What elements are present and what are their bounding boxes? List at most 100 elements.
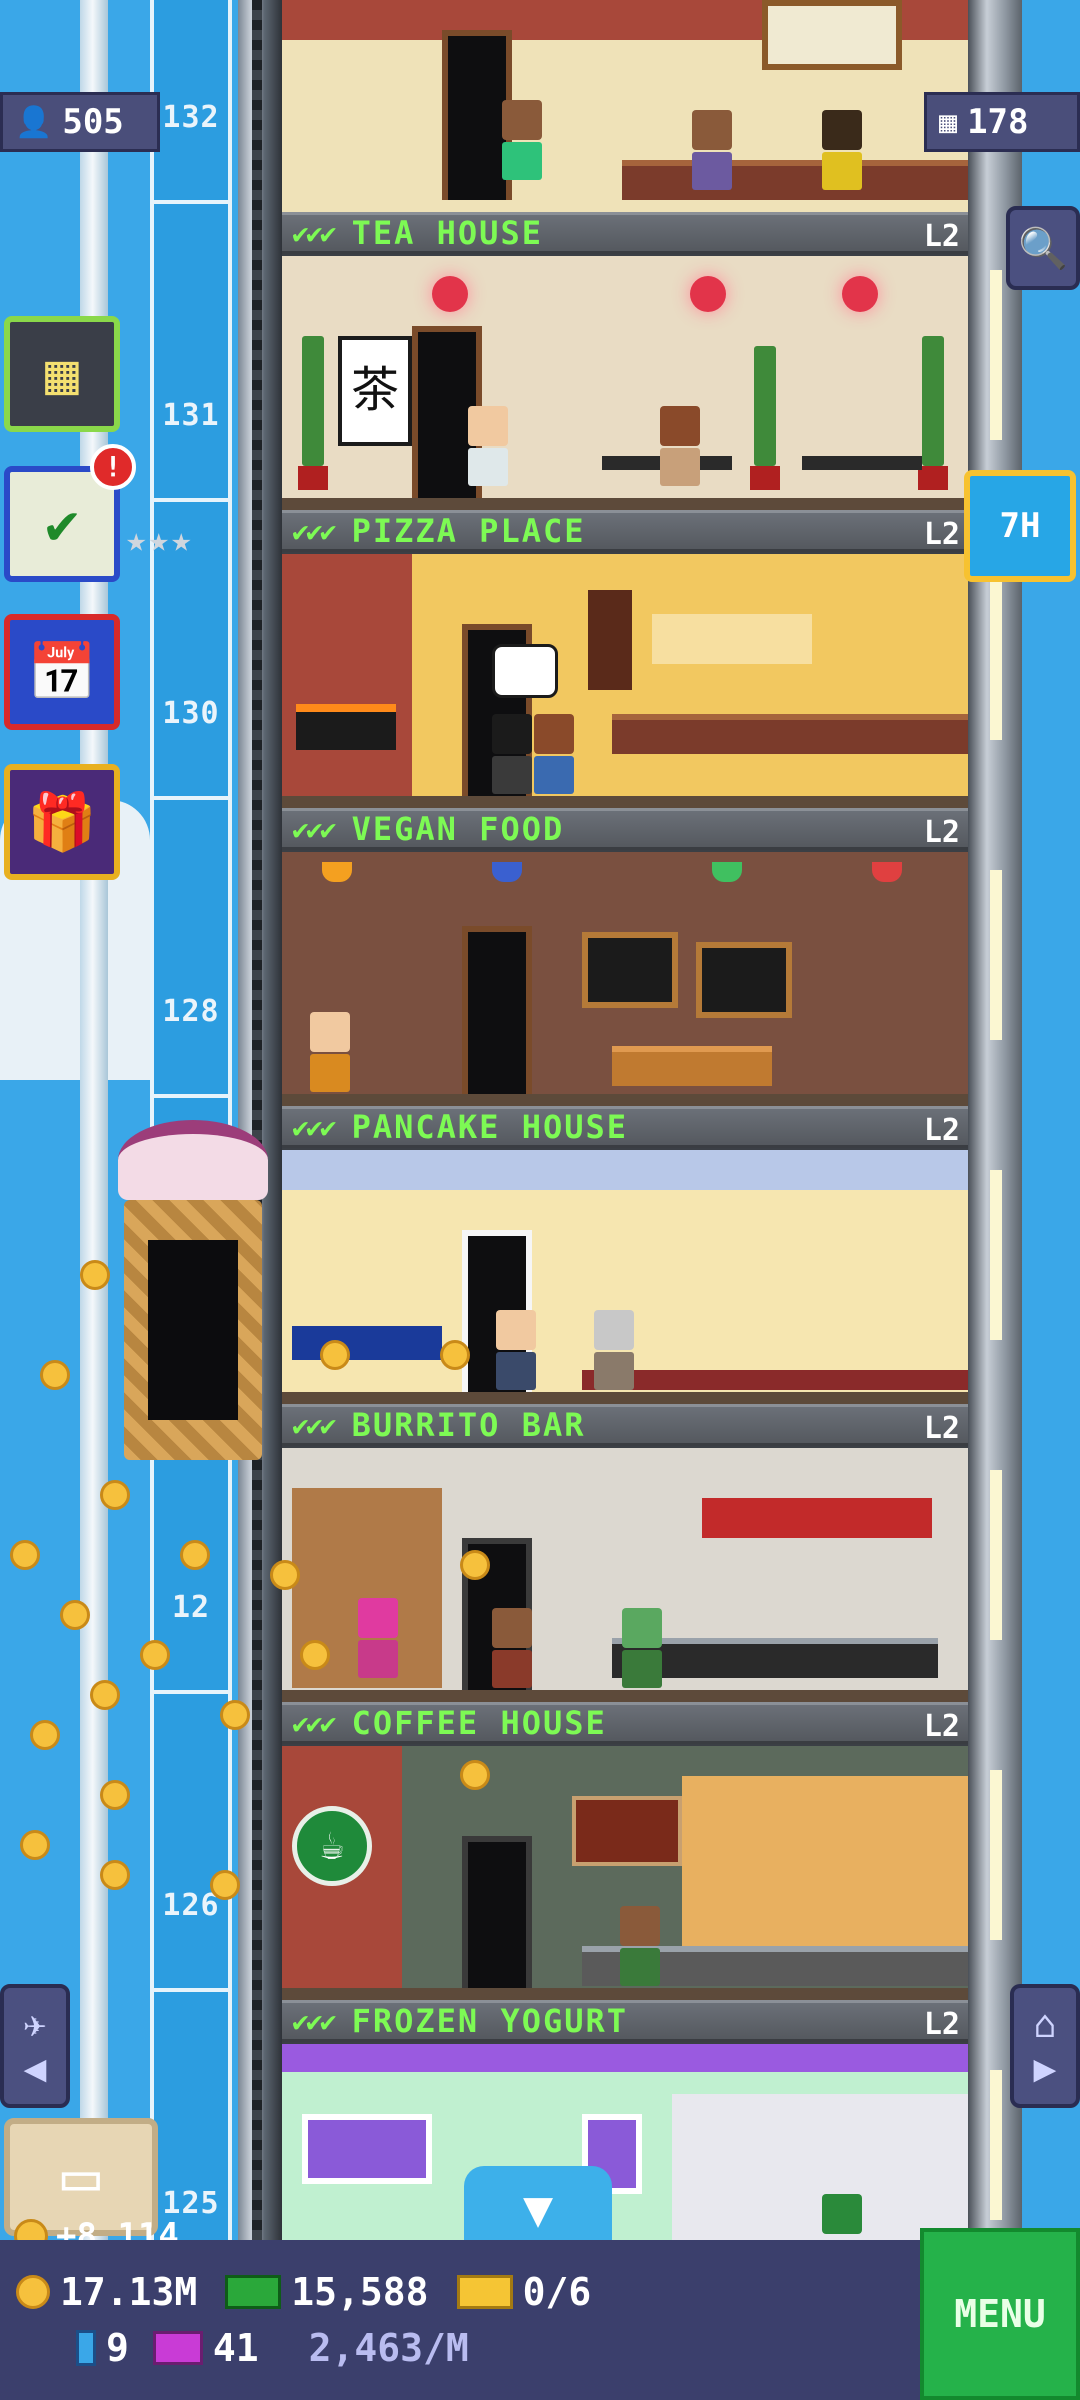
back-wall [682, 1776, 968, 1956]
check-icons: ✔✔✔ [292, 2004, 337, 2038]
floor-name: VEGAN FOOD [351, 810, 565, 848]
floor-pizza-place[interactable] [282, 554, 968, 808]
coin-icon [100, 1780, 130, 1810]
arrow-left-icon: ◀ [23, 2046, 47, 2090]
check-icons: ✔✔✔ [292, 216, 337, 250]
gift-button[interactable]: 🎁 [4, 764, 120, 880]
elevator-door [148, 1240, 238, 1420]
plant-pot [750, 466, 780, 490]
room-floor [282, 796, 968, 808]
coin-icon [460, 1550, 490, 1580]
scroll-sign: 茶 [338, 336, 412, 446]
floor-label-vegan-food[interactable]: ✔✔✔ VEGAN FOOD L2 [282, 808, 968, 850]
customer[interactable] [358, 1598, 398, 1678]
shaft-divider [150, 796, 232, 800]
floor-level: L2 [923, 219, 960, 254]
customer[interactable] [496, 1310, 536, 1390]
floor-label-frozen-yogurt[interactable]: ✔✔✔ FROZEN YOGURT L2 [282, 2000, 968, 2042]
floor-count-counter[interactable]: ▦ 178 [924, 92, 1080, 152]
worker[interactable] [692, 110, 732, 190]
customer[interactable] [492, 714, 532, 794]
menu-board [588, 590, 632, 690]
coin-icon [20, 1830, 50, 1860]
floor-number: 128 [162, 994, 220, 1029]
ceiling-stripe [282, 2044, 968, 2072]
timer-value: 7H [999, 506, 1041, 546]
coin-icon [100, 1480, 130, 1510]
floor-top-shop[interactable] [282, 0, 968, 212]
nav-right-button[interactable]: ⌂ ▶ [1010, 1984, 1080, 2108]
plant-pot [918, 466, 948, 490]
bamboo-plant [754, 346, 776, 466]
floor-vegan-food[interactable] [282, 852, 968, 1106]
population-counter[interactable]: 👤 505 [0, 92, 160, 152]
nav-left-button[interactable]: ✈ ◀ [0, 1984, 70, 2108]
currency-row: 17.13M 15,588 0/6 [16, 2270, 591, 2314]
hanging-lamp [712, 862, 742, 882]
floor-level: L2 [923, 1113, 960, 1148]
floor-label-burrito-bar[interactable]: ✔✔✔ BURRITO BAR L2 [282, 1404, 968, 1446]
pizza-speech-bubble[interactable] [492, 644, 558, 698]
rail-light [990, 1170, 1002, 1340]
search-button[interactable]: 🔍 [1006, 206, 1080, 290]
floor-label-coffee-house[interactable]: ✔✔✔ COFFEE HOUSE L2 [282, 1702, 968, 1744]
menu-label: MENU [954, 2292, 1046, 2336]
worker[interactable] [822, 2194, 862, 2234]
coin-icon [80, 1260, 110, 1290]
floor-pancake-house[interactable] [282, 1150, 968, 1404]
customer[interactable] [492, 1608, 532, 1688]
rail-light [990, 2070, 1002, 2220]
coin-icon [30, 1720, 60, 1750]
magnifier-icon: 🔍 [1018, 225, 1068, 272]
customer[interactable] [502, 100, 542, 180]
customer[interactable] [468, 406, 508, 486]
floor-number: 130 [162, 696, 220, 731]
building-icon: ▦ [45, 341, 79, 407]
lantern-icon [690, 276, 726, 312]
floor-frozen-yogurt[interactable] [282, 2044, 968, 2240]
building-grid-icon: ▦ [939, 104, 958, 140]
tower-bux-value: 9 [106, 2326, 129, 2370]
floor-label-pizza-place[interactable]: ✔✔✔ PIZZA PLACE L2 [282, 510, 968, 552]
population-value: 505 [62, 102, 124, 142]
floor-number: 132 [162, 100, 220, 135]
tea-table [802, 456, 922, 470]
tower-overview-button[interactable]: ▦ [4, 316, 120, 432]
bux-cash-icon [225, 2275, 282, 2309]
coin-icon [300, 1640, 330, 1670]
check-icons: ✔✔✔ [292, 1706, 337, 1740]
floor-burrito-bar[interactable] [282, 1448, 968, 1702]
check-icons: ✔✔✔ [292, 1110, 337, 1144]
vip-value: 41 [212, 2326, 259, 2370]
coin-icon [270, 1560, 300, 1590]
arrow-right-icon: ▶ [1033, 2046, 1057, 2090]
check-icons: ✔✔✔ [292, 812, 337, 846]
floor-tea-house[interactable]: 茶 [282, 256, 968, 510]
pizza-oven [296, 704, 396, 750]
customer[interactable] [310, 1012, 350, 1092]
elevator-car[interactable] [118, 1120, 268, 1460]
worker[interactable] [822, 110, 862, 190]
menu-button[interactable]: MENU [920, 2228, 1080, 2400]
coin-icon [460, 1760, 490, 1790]
floor-label-tea-house[interactable]: ✔✔✔ TEA HOUSE L2 [282, 212, 968, 254]
menu-board [762, 0, 902, 70]
customer[interactable] [594, 1310, 634, 1390]
floor-coffee-house[interactable]: ☕ [282, 1746, 968, 2000]
floor-name: BURRITO BAR [351, 1406, 586, 1444]
check-icons: ✔✔✔ [292, 514, 337, 548]
calendar-button[interactable]: 📅 [4, 614, 120, 730]
worker[interactable] [660, 406, 700, 486]
worker[interactable] [622, 1608, 662, 1688]
floor-name: PIZZA PLACE [351, 512, 586, 550]
crate-icon: ▭ [61, 2140, 101, 2214]
chalkboard [582, 932, 678, 1008]
timer-button[interactable]: 7H [964, 470, 1076, 582]
floor-label-pancake-house[interactable]: ✔✔✔ PANCAKE HOUSE L2 [282, 1106, 968, 1148]
customer[interactable] [534, 714, 574, 794]
worker[interactable] [620, 1906, 660, 1986]
coin-icon [320, 1340, 350, 1370]
counter [612, 1046, 772, 1086]
person-icon: 👤 [15, 104, 53, 140]
coin-icon [90, 1680, 120, 1710]
